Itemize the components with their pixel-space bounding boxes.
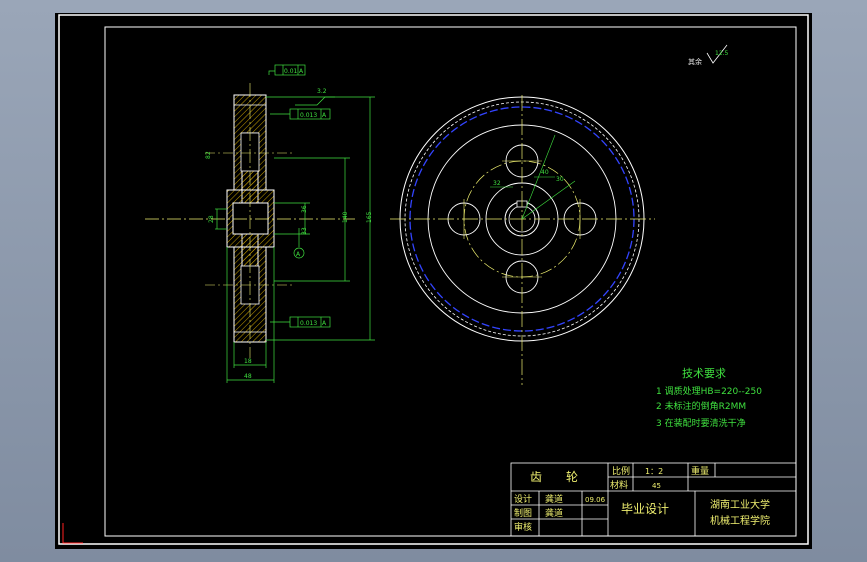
dim-33: 33 (301, 227, 308, 235)
perp2-datum: A (322, 320, 327, 327)
cad-viewport[interactable]: 0.01 A 0.013 A 0.013 A 3.2 A 165 140 36 … (55, 13, 812, 549)
draw-name: 龚道 (545, 507, 563, 519)
scale-value: 1：2 (645, 467, 663, 476)
inner-frame (104, 26, 797, 537)
dim-140: 140 (342, 211, 349, 223)
dim-r30: 30 (556, 176, 564, 183)
part-name: 齿 轮 (530, 470, 578, 484)
tech-title: 技术要求 (682, 367, 726, 380)
project-label: 毕业设计 (621, 502, 669, 516)
dim-28: 28 (208, 215, 215, 223)
roughness-value: 12.5 (715, 50, 729, 57)
tol-top-datum: A (299, 68, 304, 75)
perp1-value: 0.013 (300, 112, 317, 119)
dim-18: 18 (244, 358, 252, 365)
tech-item-3: 3 在装配时要清洗干净 (656, 417, 746, 429)
school-line-1: 湖南工业大学 (710, 498, 770, 511)
dim-36: 36 (301, 205, 308, 213)
dim-82: 82 (205, 151, 212, 159)
tech-requirements: 技术要求 1 调质处理HB=220--250 2 未标注的倒角R2MM 3 在装… (656, 367, 762, 429)
dim-bore-32: 32 (493, 180, 501, 187)
perp2-value: 0.013 (300, 320, 317, 327)
ucs-icon (62, 523, 83, 544)
front-view (390, 95, 655, 385)
material-label: 材料 (610, 479, 628, 491)
rough-32-label: 3.2 (317, 88, 327, 95)
tech-item-1: 1 调质处理HB=220--250 (656, 385, 762, 397)
school-line-2: 机械工程学院 (710, 514, 770, 527)
datum-a-label: A (296, 251, 301, 258)
review-label: 审核 (514, 521, 532, 533)
scale-label: 比例 (612, 465, 630, 477)
outer-frame (58, 14, 809, 545)
tol-top-value: 0.01 (284, 68, 298, 75)
roughness-note: 其余 12.5 (688, 44, 729, 66)
weight-label: 重量 (691, 465, 709, 477)
tolerance-frames: 0.01 A 0.013 A 0.013 A (274, 64, 331, 328)
front-dim-labels: 32 40 30 (493, 169, 564, 187)
design-name: 龚道 (545, 493, 563, 505)
dim-48: 48 (244, 373, 252, 380)
design-date: 09.06 (585, 496, 606, 504)
dim-165: 165 (366, 211, 373, 223)
material-value: 45 (652, 482, 661, 490)
roughness-label: 其余 (688, 57, 702, 66)
tech-item-2: 2 未标注的倒角R2MM (656, 400, 746, 412)
gear-drawing: 0.01 A 0.013 A 0.013 A 3.2 A 165 140 36 … (58, 14, 809, 545)
draw-label: 制图 (514, 507, 532, 519)
dim-r40: 40 (541, 169, 549, 176)
design-label: 设计 (514, 493, 532, 505)
perp1-datum: A (322, 112, 327, 119)
title-block-text: 齿 轮 比例 1：2 重量 材料 45 设计 龚道 09.06 制图 龚道 审核… (514, 465, 770, 533)
